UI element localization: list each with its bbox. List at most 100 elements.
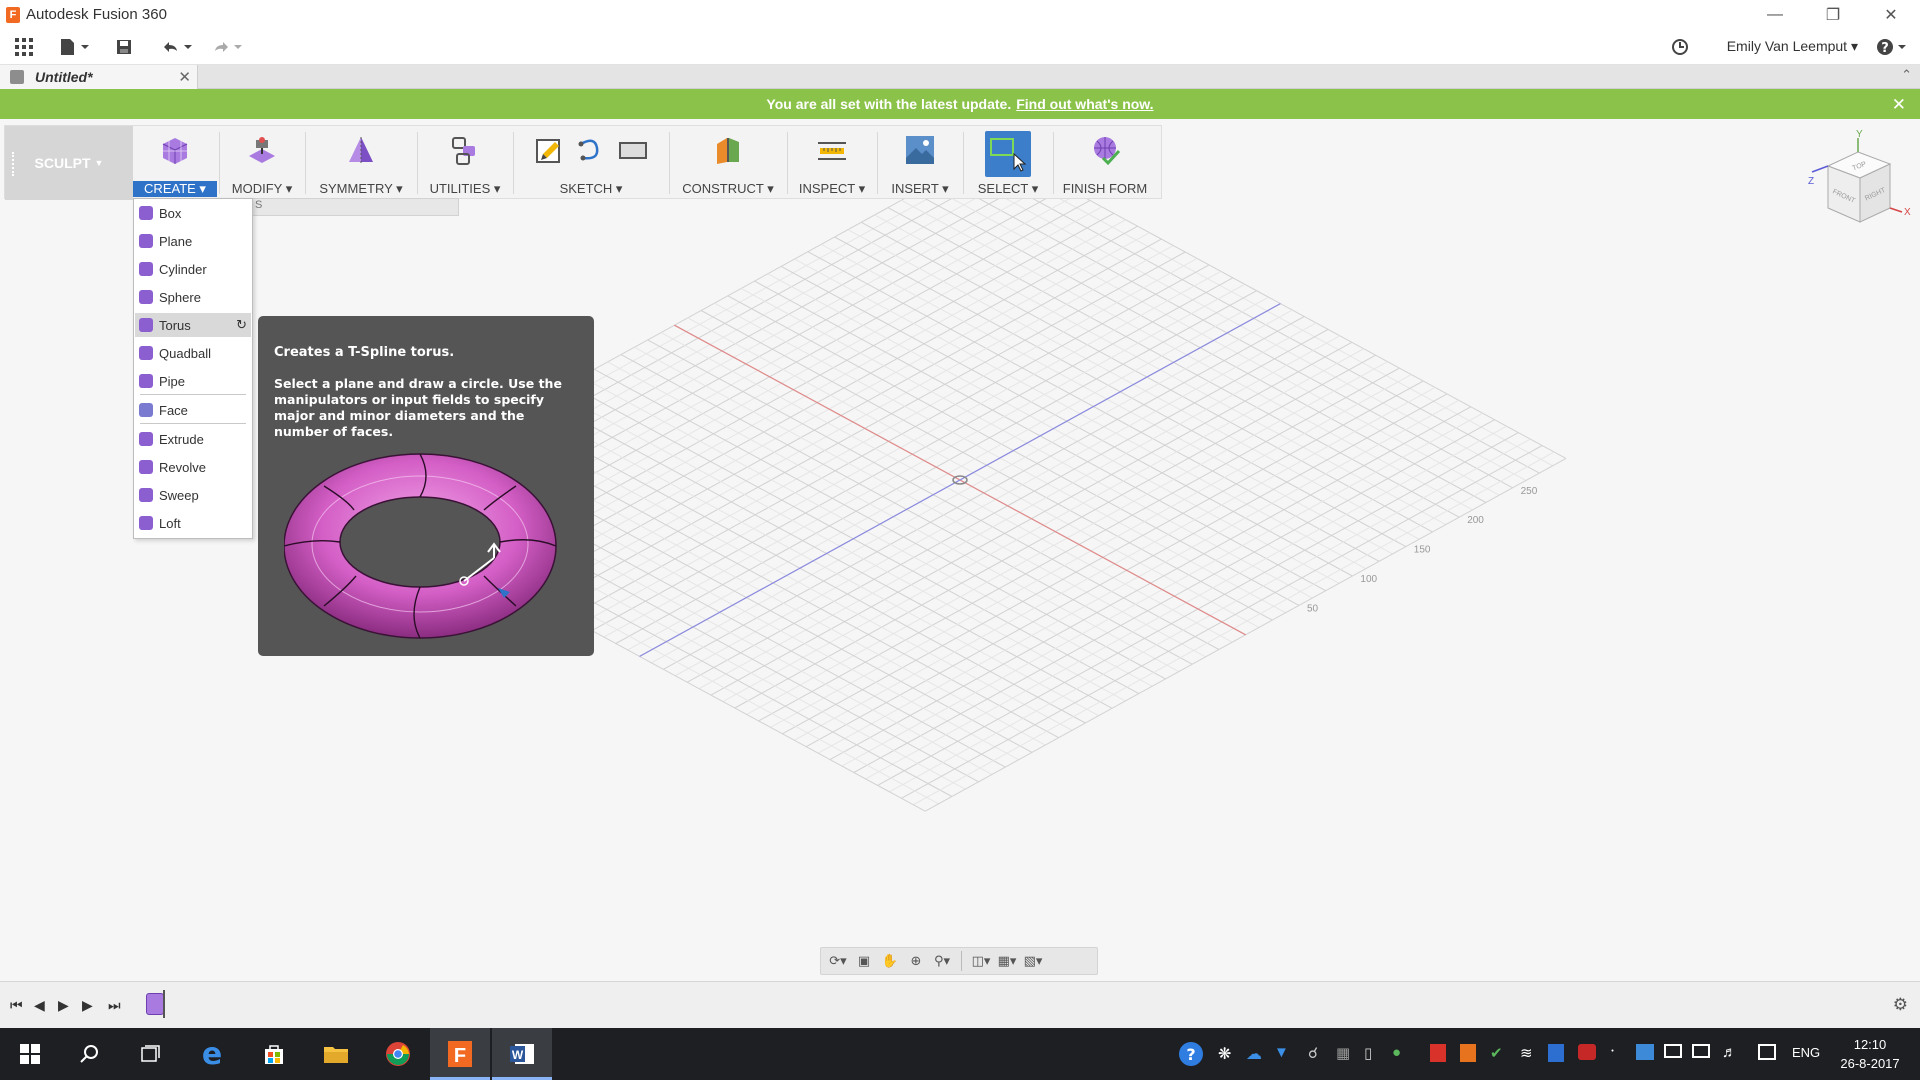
fit-zoom-icon[interactable]: ⚲▾ [931, 952, 953, 970]
menu-item-label: Revolve [159, 459, 206, 475]
file-menu-icon[interactable] [56, 35, 92, 59]
create-menu-item-loft[interactable]: Loft [135, 511, 251, 535]
create-menu-item-revolve[interactable]: Revolve [135, 455, 251, 479]
taskbar-chrome[interactable] [368, 1028, 428, 1080]
banner-link[interactable]: Find out what's now. [1016, 96, 1153, 112]
create-menu-item-pipe[interactable]: Pipe [135, 369, 251, 393]
orbit-icon[interactable]: ⟳▾ [827, 952, 849, 970]
taskbar-fusion360[interactable]: F [430, 1028, 490, 1080]
create-menu-item-face[interactable]: Face [135, 398, 251, 422]
create-menu-item-cylinder[interactable]: Cylinder [135, 257, 251, 281]
redo-icon[interactable] [208, 35, 244, 59]
modify-menu-button[interactable]: MODIFY ▾ [221, 181, 303, 197]
select-active-button[interactable] [985, 131, 1031, 177]
inspect-menu-button[interactable]: INSPECT ▾ [789, 181, 875, 197]
action-center-icon[interactable] [1758, 1044, 1776, 1060]
taskbar-store[interactable] [244, 1028, 304, 1080]
timeline-settings-gear-icon[interactable]: ⚙ [1893, 995, 1908, 1015]
display-settings-icon[interactable]: ◫▾ [970, 952, 992, 970]
insert-menu-button[interactable]: INSERT ▾ [879, 181, 961, 197]
timeline-first-icon[interactable]: ⏮ [10, 997, 23, 1014]
construct-menu-button[interactable]: CONSTRUCT ▾ [671, 181, 785, 197]
timeline-marker[interactable] [163, 990, 165, 1018]
tray-green-icon[interactable]: ● [1392, 1044, 1410, 1062]
create-menu-item-sweep[interactable]: Sweep [135, 483, 251, 507]
data-panel-grid-icon[interactable] [12, 35, 36, 59]
timeline-form-feature-icon[interactable] [146, 993, 164, 1015]
create-menu-item-torus[interactable]: Torus ↻ [135, 313, 251, 337]
create-menu-item-box[interactable]: Box [135, 201, 251, 225]
restore-icon[interactable]: ❐ [1804, 0, 1862, 29]
pan-hand-icon[interactable]: ✋ [879, 952, 901, 970]
create-group[interactable]: CREATE ▾ [133, 126, 217, 200]
timeline-last-icon[interactable]: ⏭ [108, 997, 121, 1014]
help-tray-icon[interactable]: ? [1178, 1041, 1204, 1067]
wifi-icon[interactable]: ≋ [1520, 1044, 1538, 1062]
battery-icon[interactable] [1692, 1044, 1710, 1058]
dropbox-icon[interactable]: ▼ [1274, 1044, 1292, 1062]
timeline-prev-icon[interactable]: ◀ [34, 997, 45, 1014]
tray-app-2-icon[interactable]: ▦ [1336, 1044, 1354, 1062]
task-view-button[interactable] [120, 1028, 180, 1080]
user-account-menu[interactable]: Emily Van Leemput ▾ [1727, 38, 1858, 55]
tray-app-icon[interactable]: ❋ [1218, 1044, 1236, 1063]
display-icon[interactable] [1664, 1044, 1682, 1058]
start-button[interactable] [0, 1028, 60, 1080]
timeline-play-icon[interactable]: ▶ [58, 997, 69, 1014]
modify-group[interactable]: MODIFY ▾ [221, 126, 303, 200]
view-cube[interactable]: TOP FRONT RIGHT Y Z X [1808, 130, 1914, 230]
utilities-menu-button[interactable]: UTILITIES ▾ [419, 181, 511, 197]
creative-cloud-icon[interactable]: ☌ [1308, 1044, 1326, 1062]
select-group[interactable]: SELECT ▾ [965, 126, 1051, 200]
zoom-icon[interactable]: ⊕ [905, 952, 927, 970]
create-menu-item-sphere[interactable]: Sphere [135, 285, 251, 309]
symmetry-group[interactable]: SYMMETRY ▾ [307, 126, 415, 200]
sketch-group[interactable]: SKETCH ▾ [515, 126, 667, 200]
autodesk-tray-icon[interactable] [1460, 1044, 1476, 1062]
system-clock[interactable]: 12:10 26-8-2017 [1830, 1035, 1910, 1073]
banner-close-icon[interactable]: ✕ [1892, 95, 1906, 115]
job-status-clock-icon[interactable] [1668, 35, 1692, 59]
create-menu-item-plane[interactable]: Plane [135, 229, 251, 253]
inspect-group[interactable]: INSPECT ▾ [789, 126, 875, 200]
taskbar-word[interactable]: W [492, 1028, 552, 1080]
bluetooth-icon[interactable]: ᛫ [1608, 1044, 1626, 1062]
onedrive-icon[interactable]: ☁ [1246, 1044, 1264, 1063]
create-menu-button[interactable]: CREATE ▾ [133, 181, 217, 197]
close-window-icon[interactable]: ✕ [1862, 0, 1920, 29]
input-language[interactable]: ENG [1792, 1045, 1820, 1060]
acrobat-icon[interactable] [1430, 1044, 1446, 1062]
sketch-menu-button[interactable]: SKETCH ▾ [515, 181, 667, 197]
taskbar-file-explorer[interactable] [306, 1028, 366, 1080]
timeline-next-icon[interactable]: ▶ [82, 997, 93, 1014]
close-tab-icon[interactable]: ✕ [178, 68, 191, 86]
finish-form-group[interactable]: FINISH FORM [1055, 126, 1155, 200]
viewports-icon[interactable]: ▧▾ [1022, 952, 1044, 970]
search-button[interactable] [60, 1028, 120, 1080]
construct-group[interactable]: CONSTRUCT ▾ [671, 126, 785, 200]
collapse-chevron-up-icon[interactable]: ⌃ [1901, 67, 1912, 83]
finish-form-button[interactable]: FINISH FORM [1055, 181, 1155, 196]
document-tab[interactable]: Untitled* ✕ [0, 65, 198, 89]
look-at-icon[interactable]: ▣ [853, 952, 875, 970]
minimize-icon[interactable]: — [1746, 0, 1804, 29]
grid-settings-icon[interactable]: ▦▾ [996, 952, 1018, 970]
antivirus-icon[interactable] [1578, 1044, 1596, 1060]
undo-icon[interactable] [158, 35, 194, 59]
usb-icon[interactable]: ▯ [1364, 1044, 1382, 1062]
utilities-group[interactable]: UTILITIES ▾ [419, 126, 511, 200]
insert-group[interactable]: INSERT ▾ [879, 126, 961, 200]
vpn-icon[interactable] [1548, 1044, 1564, 1062]
create-menu-item-extrude[interactable]: Extrude [135, 427, 251, 451]
workspace-switcher[interactable]: SCULPT ▼ [5, 126, 133, 200]
save-icon[interactable] [112, 35, 136, 59]
volume-icon[interactable]: ♬ [1722, 1044, 1740, 1062]
create-menu-item-quadball[interactable]: Quadball [135, 341, 251, 365]
taskbar-edge[interactable]: e [182, 1028, 242, 1080]
repeat-command-icon[interactable]: ↻ [236, 317, 247, 333]
tray-blue-icon[interactable] [1636, 1044, 1654, 1060]
select-menu-button[interactable]: SELECT ▾ [965, 181, 1051, 197]
tray-check-icon[interactable]: ✔ [1490, 1044, 1508, 1062]
symmetry-menu-button[interactable]: SYMMETRY ▾ [307, 181, 415, 197]
help-icon[interactable]: ? [1874, 35, 1910, 59]
